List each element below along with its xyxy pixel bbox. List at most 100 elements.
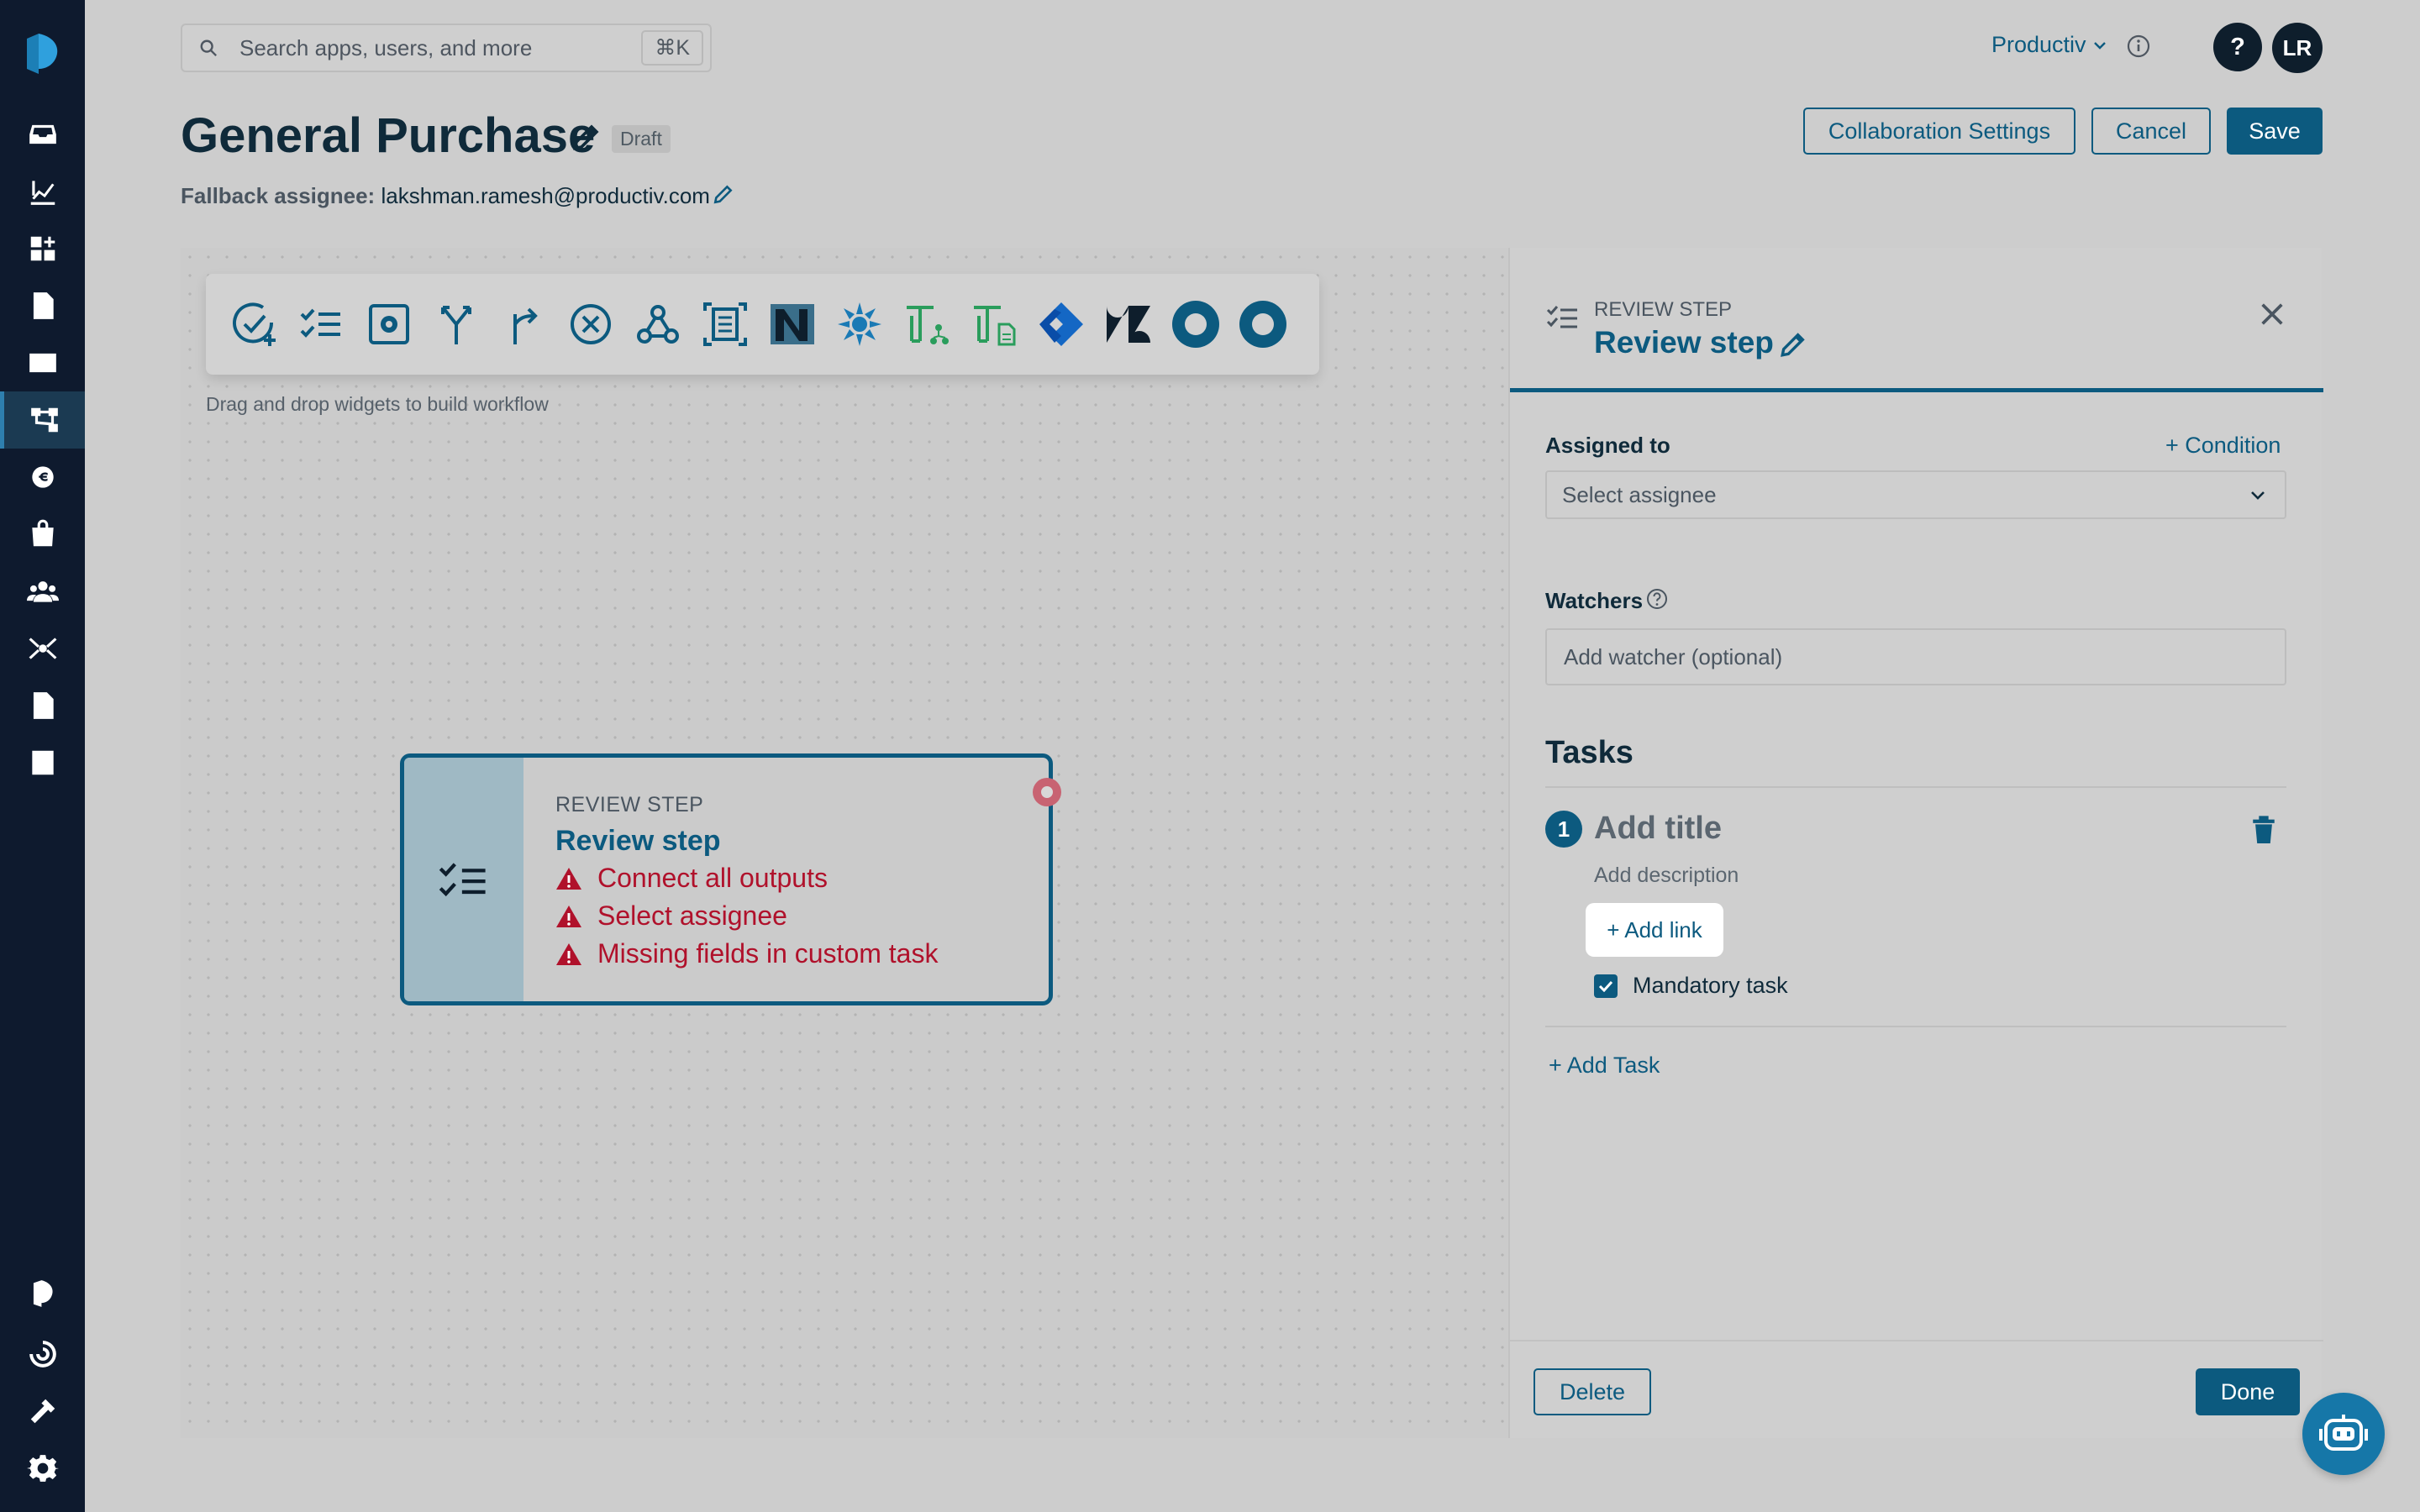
task-title-input[interactable]: Add title — [1594, 811, 1722, 847]
sidebar-item-tools[interactable] — [0, 1383, 85, 1440]
widget-sheets-flow[interactable] — [902, 299, 952, 349]
node-error-text: Missing fields in custom task — [597, 938, 939, 969]
users-icon — [26, 581, 59, 602]
fork-icon — [441, 306, 471, 344]
sidebar-item-reports[interactable] — [0, 677, 85, 734]
form-frame-icon — [703, 302, 747, 346]
close-circle-icon — [571, 304, 611, 344]
widget-sheets-doc[interactable] — [969, 299, 1019, 349]
page-title: General Purchase — [181, 108, 596, 163]
org-switcher[interactable]: Productiv — [1991, 32, 2107, 58]
task-number-badge: 1 — [1545, 811, 1582, 848]
sidebar-item-store[interactable] — [0, 506, 85, 563]
step-config-panel: REVIEW STEP Review step Assigned to + Co… — [1508, 248, 2323, 1438]
sidebar-item-spend[interactable] — [0, 449, 85, 506]
status-badge: Draft — [612, 125, 671, 153]
node-name: Review step — [555, 825, 721, 857]
node-output-port[interactable] — [1033, 778, 1061, 806]
pencil-icon[interactable] — [1779, 330, 1807, 359]
collaboration-settings-button[interactable]: Collaboration Settings — [1803, 108, 2075, 155]
sidebar-item-inbox[interactable] — [0, 106, 85, 163]
task-description-input[interactable]: Add description — [1594, 864, 1739, 888]
fallback-assignee: Fallback assignee: lakshman.ramesh@produ… — [181, 183, 710, 209]
jira-logo-icon — [1039, 302, 1083, 346]
sidebar-item-users[interactable] — [0, 563, 85, 620]
fallback-label: Fallback assignee: — [181, 183, 376, 208]
widget-ring-2[interactable] — [1238, 299, 1288, 349]
delete-button[interactable]: Delete — [1534, 1368, 1651, 1415]
sidebar-item-apps[interactable] — [0, 220, 85, 277]
workflow-icon — [31, 407, 58, 433]
widget-form[interactable] — [700, 299, 750, 349]
widget-coupa[interactable] — [834, 299, 885, 349]
widget-jira[interactable] — [1036, 299, 1086, 349]
avatar[interactable]: LR — [2272, 23, 2323, 73]
close-icon[interactable] — [2258, 300, 2286, 328]
productiv-logo-icon[interactable] — [22, 32, 62, 76]
checklist-icon — [1546, 306, 1577, 328]
done-button[interactable]: Done — [2196, 1368, 2300, 1415]
node-kind: REVIEW STEP — [555, 793, 704, 816]
netsuite-logo-icon — [771, 304, 814, 344]
mandatory-task-checkbox[interactable]: Mandatory task — [1594, 973, 1788, 999]
assignee-select[interactable]: Select assignee — [1545, 470, 2286, 519]
widget-ring-1[interactable] — [1171, 299, 1221, 349]
checkbox-checked-icon — [1594, 974, 1618, 998]
widget-review[interactable] — [297, 299, 347, 349]
widget-webhook[interactable] — [633, 299, 683, 349]
warning-icon — [556, 867, 581, 890]
check-circle-plus-icon — [233, 302, 276, 346]
info-icon[interactable] — [2126, 34, 2151, 59]
divider — [1545, 786, 2286, 788]
workflow-node-review-step[interactable]: REVIEW STEP Review step Connect all outp… — [400, 753, 1053, 1005]
gear-icon — [26, 1455, 59, 1482]
trash-icon[interactable] — [2249, 813, 2278, 845]
warning-icon — [556, 905, 581, 927]
search-shortcut-badge: ⌘K — [641, 30, 703, 66]
node-error: Select assignee — [555, 900, 787, 932]
node-icon-panel — [404, 758, 523, 1001]
node-error-text: Select assignee — [597, 900, 787, 931]
assistant-bot-button[interactable] — [2302, 1393, 2385, 1475]
sidebar-item-workflows[interactable] — [0, 391, 85, 449]
watcher-input[interactable]: Add watcher (optional) — [1545, 628, 2286, 685]
pencil-icon[interactable] — [713, 183, 734, 205]
sidebar-item-settings[interactable] — [0, 1440, 85, 1497]
help-button[interactable]: ? — [2213, 23, 2262, 71]
sidebar-item-analytics[interactable] — [0, 163, 85, 220]
sidebar-item-productiv[interactable] — [0, 1265, 85, 1322]
cancel-button[interactable]: Cancel — [2091, 108, 2211, 155]
node-error-text: Connect all outputs — [597, 863, 828, 893]
sidebar-item-integrations[interactable] — [0, 620, 85, 677]
sidebar-item-support[interactable] — [0, 1326, 85, 1383]
sunburst-logo-icon — [838, 302, 881, 346]
sidebar — [0, 0, 85, 1512]
help-circle-icon[interactable] — [1646, 588, 1668, 610]
license-card-icon — [29, 353, 56, 373]
add-task-button[interactable]: + Add Task — [1549, 1053, 1660, 1079]
search-input[interactable]: Search apps, users, and more ⌘K — [181, 24, 712, 72]
add-link-button[interactable]: + Add link — [1586, 903, 1723, 957]
sheet-document-icon — [974, 306, 1016, 346]
chevron-down-icon — [2251, 491, 2265, 500]
widget-zendesk[interactable] — [1103, 299, 1154, 349]
widget-palette — [206, 274, 1319, 375]
widget-split[interactable] — [431, 299, 481, 349]
store-bag-icon — [31, 519, 54, 547]
productiv-small-icon — [33, 1280, 53, 1307]
robot-icon — [2319, 1415, 2368, 1451]
sidebar-item-logs[interactable] — [0, 734, 85, 791]
sidebar-item-licenses[interactable] — [0, 334, 85, 391]
widget-automation[interactable] — [364, 299, 414, 349]
pencil-icon[interactable] — [571, 122, 602, 152]
add-condition-button[interactable]: + Condition — [2165, 433, 2281, 459]
widget-branch[interactable] — [498, 299, 549, 349]
widget-approval[interactable] — [229, 299, 280, 349]
sidebar-item-documents[interactable] — [0, 277, 85, 334]
ring-logo-icon — [1172, 301, 1219, 348]
search-icon — [200, 39, 218, 57]
currency-icon — [31, 466, 54, 488]
save-button[interactable]: Save — [2227, 108, 2323, 155]
widget-netsuite[interactable] — [767, 299, 818, 349]
widget-reject[interactable] — [566, 299, 616, 349]
